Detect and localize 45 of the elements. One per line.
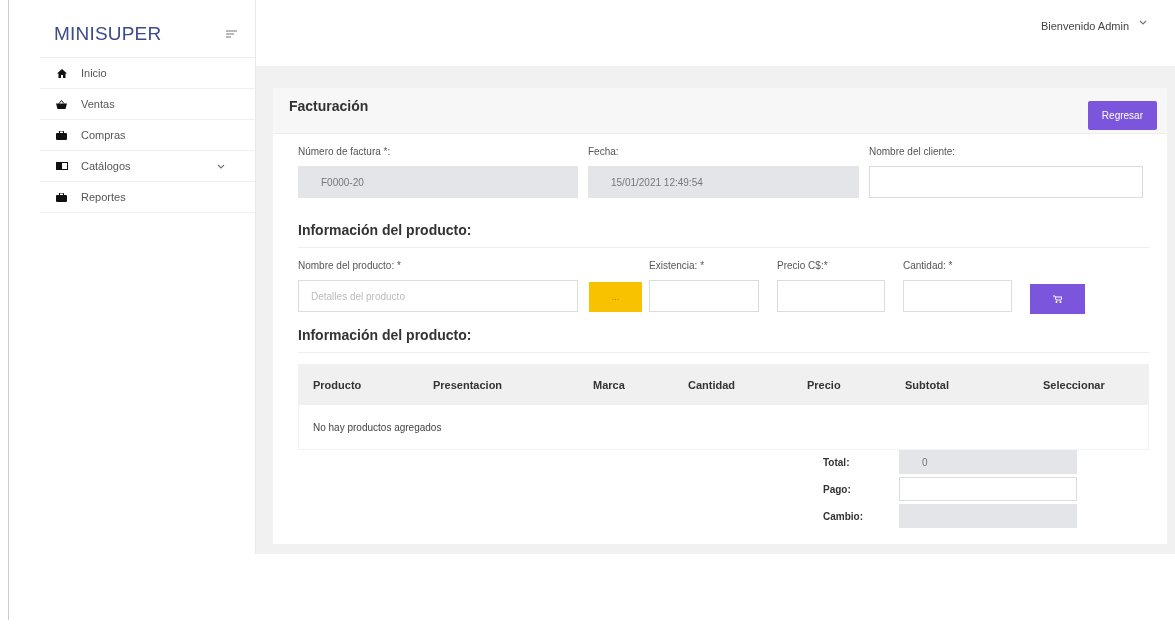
sidebar-item[interactable]: Ventas: [40, 89, 255, 120]
column-header: Presentacion: [433, 379, 504, 391]
section-heading: Información del producto:: [298, 327, 1149, 353]
sidebar-item[interactable]: Inicio: [40, 58, 255, 89]
field-label: Existencia: *: [649, 260, 706, 271]
home-icon: [56, 68, 67, 78]
briefcase-icon: [56, 192, 67, 202]
sidebar-item[interactable]: Reportes: [40, 182, 255, 213]
empty-message: No hay productos agregados: [313, 421, 442, 433]
page-title: Facturación: [289, 97, 369, 114]
catalog-icon: [55, 162, 68, 170]
total-label: Pago:: [823, 483, 852, 495]
input-field[interactable]: [869, 166, 1143, 198]
menu-icon[interactable]: [226, 29, 237, 38]
field-label: Fecha:: [588, 146, 620, 157]
chevron-down-icon: [217, 163, 225, 169]
section-heading: Información del producto:: [298, 222, 1149, 248]
sidebar-item[interactable]: Catálogos: [40, 151, 255, 182]
chevron-down-icon: [1139, 20, 1147, 25]
column-header: Precio: [807, 379, 842, 391]
column-header: Subtotal: [905, 379, 950, 391]
back-button[interactable]: Regresar: [1087, 101, 1157, 130]
input-field[interactable]: [903, 280, 1012, 312]
field-label: Nombre del cliente:: [869, 146, 957, 157]
field-label: Cantidad: *: [903, 260, 954, 271]
field-label: Nombre del producto: *: [298, 260, 402, 271]
total-label: Total:: [823, 456, 851, 468]
add-to-cart-button[interactable]: [1030, 284, 1085, 314]
user-menu[interactable]: Bienvenido Admin: [1040, 20, 1129, 32]
cart-icon: [1053, 295, 1062, 303]
column-header: Marca: [593, 379, 626, 391]
brand-logo: MINISUPER: [54, 22, 162, 45]
input-field[interactable]: [777, 280, 885, 312]
input-field[interactable]: Detalles del producto: [298, 280, 578, 312]
column-header: Producto: [313, 379, 363, 391]
field-label: Número de factura *:: [298, 146, 392, 157]
basket-icon: [56, 99, 67, 109]
input-field[interactable]: [899, 477, 1077, 501]
total-label: Cambio:: [823, 510, 864, 522]
briefcase-icon: [56, 130, 67, 140]
field-label: Precio C$:*: [777, 260, 829, 271]
sidebar-item[interactable]: Compras: [40, 120, 255, 151]
column-header: Cantidad: [688, 379, 737, 391]
column-header: Seleccionar: [1043, 379, 1106, 391]
input-field[interactable]: [649, 280, 759, 312]
